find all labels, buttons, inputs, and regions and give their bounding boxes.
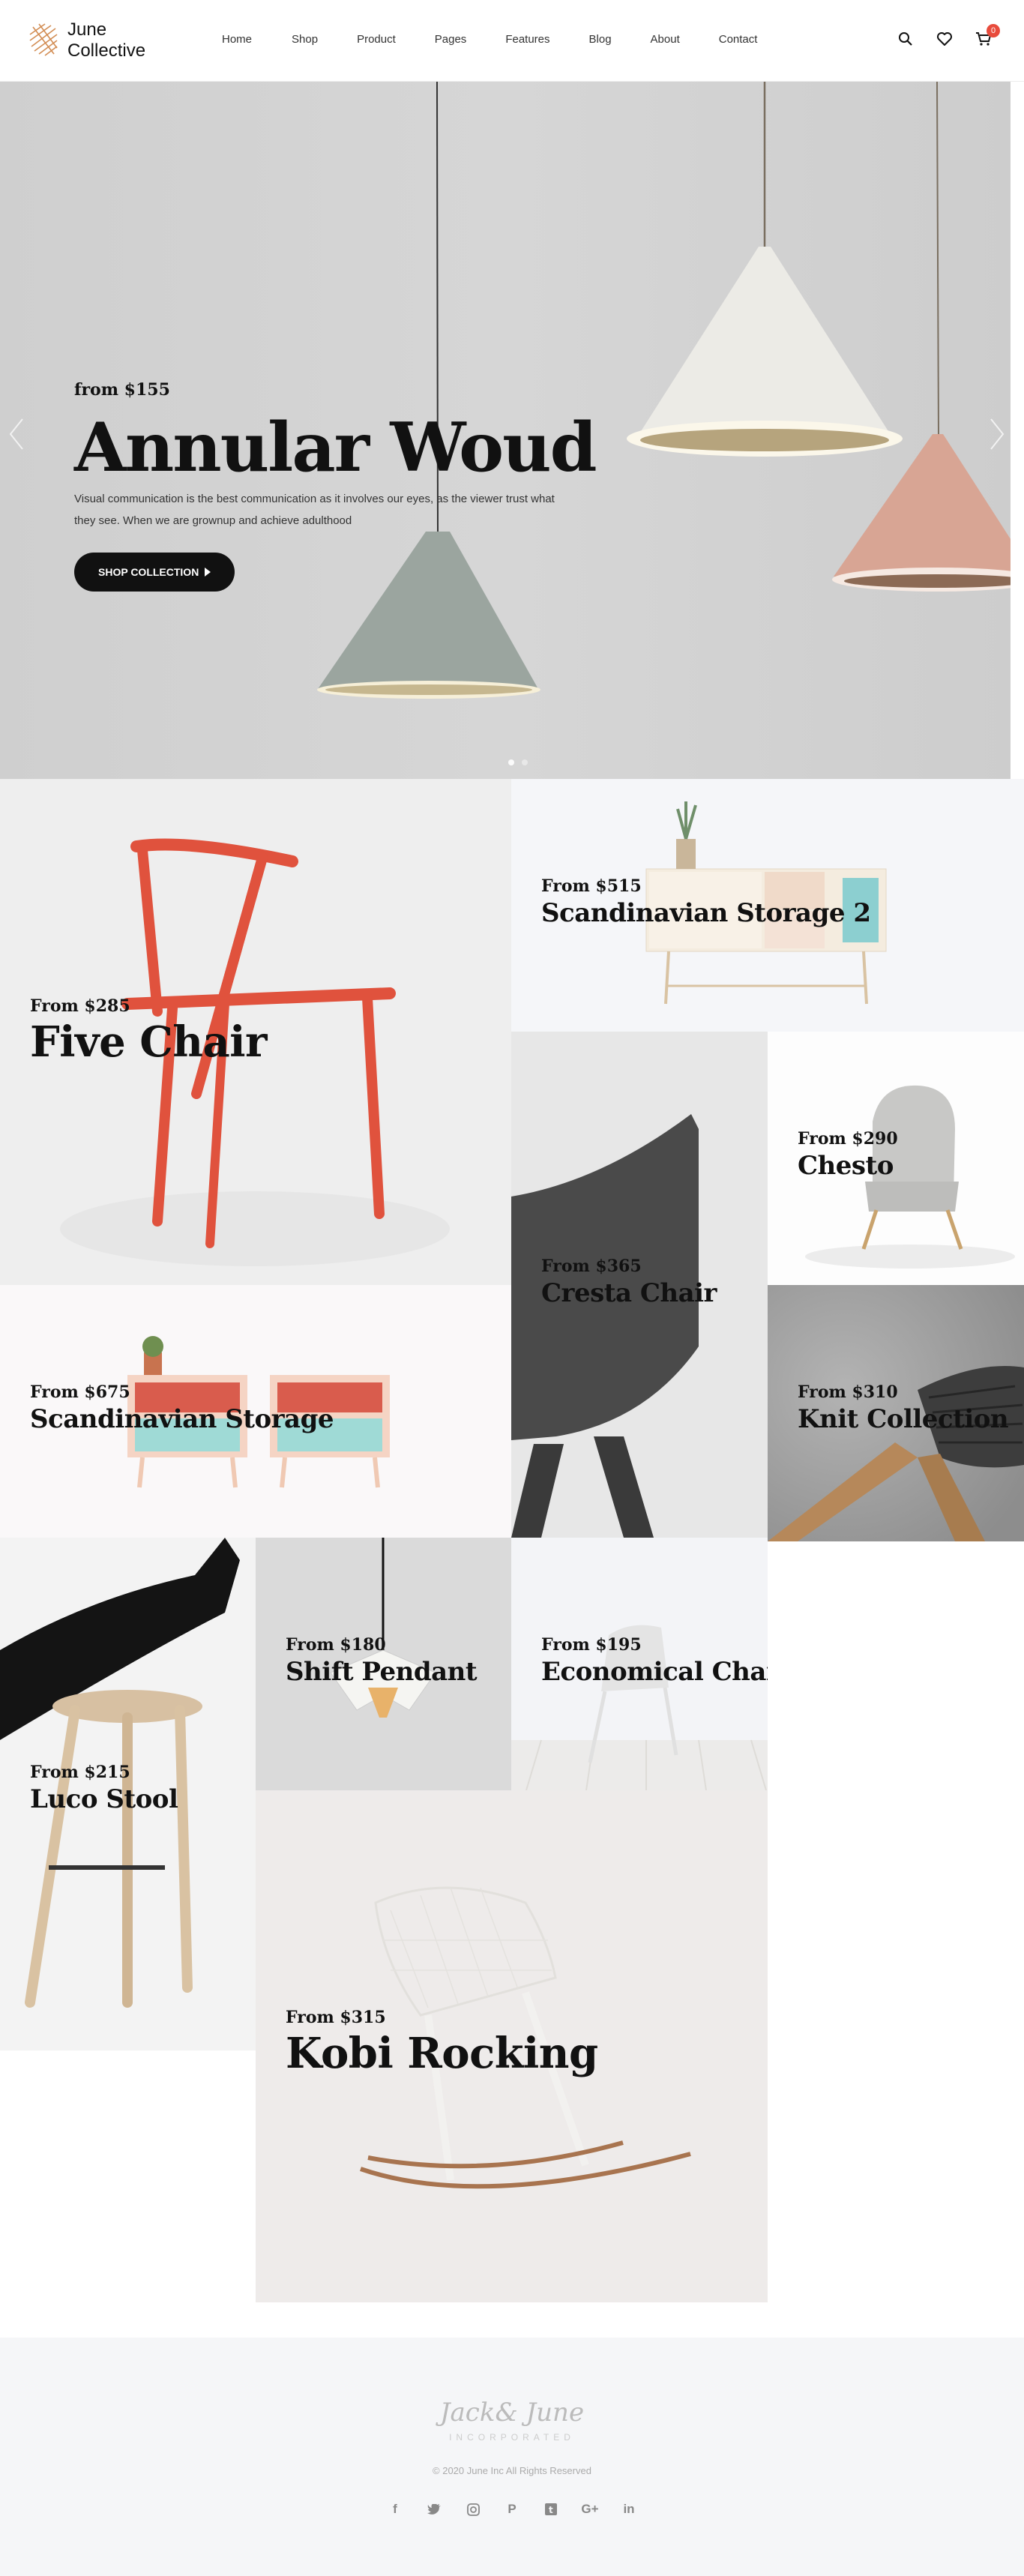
- product-price: From $180: [286, 1635, 386, 1655]
- hero-slider: from $155 Annular Woud Visual communicat…: [0, 82, 1011, 779]
- product-price: From $290: [798, 1129, 898, 1149]
- five-chair-caption: From $285 Five Chair: [30, 996, 268, 1068]
- nav-features[interactable]: Features: [505, 33, 549, 46]
- footer-logo[interactable]: Jack& June INCORPORATED: [0, 2398, 1024, 2443]
- logo-line1: June: [67, 19, 107, 40]
- pinterest-icon[interactable]: P: [502, 2500, 522, 2519]
- tumblr-icon[interactable]: t: [541, 2500, 561, 2519]
- nav-product[interactable]: Product: [357, 33, 396, 46]
- product-title: Shift Pendant: [286, 1657, 478, 1687]
- facebook-icon[interactable]: f: [385, 2500, 405, 2519]
- site-footer: Jack& June INCORPORATED © 2020 June Inc …: [0, 2338, 1024, 2576]
- footer-brand-sub: INCORPORATED: [449, 2432, 575, 2443]
- cart-count-badge: 0: [987, 24, 1000, 37]
- product-tile-chesto[interactable]: From $290 Chesto: [768, 1032, 1024, 1284]
- product-title: Scandinavian Storage: [30, 1404, 334, 1434]
- nav-blog[interactable]: Blog: [589, 33, 612, 46]
- slider-dot[interactable]: [522, 759, 528, 765]
- shift-pendant-caption: From $180 Shift Pendant: [286, 1635, 478, 1689]
- logo-text: June Collective: [67, 19, 145, 61]
- product-tile-kobi-rocking[interactable]: From $315 Kobi Rocking: [256, 1790, 768, 2302]
- hero-title: Annular Woud: [74, 408, 597, 487]
- product-tile-scandinavian-storage-2[interactable]: From $515 Scandinavian Storage 2: [511, 779, 1024, 1032]
- nav-about[interactable]: About: [651, 33, 680, 46]
- knit-collection-caption: From $310 Knit Collection: [798, 1382, 1009, 1436]
- linkedin-icon[interactable]: in: [619, 2500, 639, 2519]
- nav-home[interactable]: Home: [222, 33, 252, 46]
- product-tile-knit-collection[interactable]: From $310 Knit Collection: [768, 1285, 1024, 1541]
- product-price: From $675: [30, 1382, 130, 1402]
- product-title: Chesto: [798, 1151, 894, 1181]
- slider-prev-arrow-icon[interactable]: [7, 418, 25, 451]
- twitter-icon[interactable]: [424, 2500, 444, 2519]
- shop-collection-label: SHOP COLLECTION: [98, 566, 199, 578]
- product-price: From $365: [541, 1257, 642, 1276]
- product-tile-scandinavian-storage[interactable]: From $675 Scandinavian Storage: [0, 1285, 511, 1538]
- economical-chair-caption: From $195 Economical Chair: [541, 1635, 768, 1689]
- nav-pages[interactable]: Pages: [435, 33, 467, 46]
- product-tile-economical-chair[interactable]: From $195 Economical Chair: [511, 1538, 768, 1790]
- main-nav: Home Shop Product Pages Features Blog Ab…: [222, 33, 796, 46]
- product-price: From $310: [798, 1382, 898, 1402]
- cart-icon[interactable]: 0: [973, 24, 1000, 49]
- social-links: f P t G+ in: [0, 2500, 1024, 2519]
- product-title: Knit Collection: [798, 1404, 1009, 1434]
- slider-next-arrow-icon[interactable]: [988, 418, 1006, 451]
- product-price: From $195: [541, 1635, 642, 1655]
- chesto-caption: From $290 Chesto: [798, 1129, 898, 1183]
- footer-brand: Jack& June: [439, 2398, 585, 2428]
- caret-right-icon: [205, 568, 211, 577]
- product-tile-five-chair[interactable]: From $285 Five Chair: [0, 779, 511, 1285]
- header-icons: 0: [895, 24, 1000, 49]
- logo[interactable]: June Collective: [28, 19, 145, 61]
- product-price: From $515: [541, 876, 642, 896]
- product-price: From $315: [286, 2008, 386, 2027]
- hero-price: from $155: [74, 380, 170, 400]
- kobi-rocking-caption: From $315 Kobi Rocking: [286, 2008, 598, 2080]
- search-icon[interactable]: [895, 28, 916, 49]
- nav-contact[interactable]: Contact: [719, 33, 758, 46]
- logo-line2: Collective: [67, 40, 146, 61]
- google-plus-icon[interactable]: G+: [580, 2500, 600, 2519]
- product-title: Luco Stool: [30, 1784, 178, 1814]
- product-title: Five Chair: [30, 1017, 268, 1067]
- nav-shop[interactable]: Shop: [292, 33, 318, 46]
- product-title: Scandinavian Storage 2: [541, 898, 871, 928]
- scandinavian-storage-caption: From $675 Scandinavian Storage: [30, 1382, 334, 1436]
- hero-content: from $155 Annular Woud Visual communicat…: [74, 380, 597, 592]
- scandinavian-storage-2-caption: From $515 Scandinavian Storage 2: [541, 876, 871, 930]
- svg-text:t: t: [549, 2505, 553, 2515]
- hero-description: Visual communication is the best communi…: [74, 493, 555, 527]
- site-header: June Collective Home Shop Product Pages …: [0, 0, 1024, 82]
- instagram-icon[interactable]: [463, 2500, 483, 2519]
- logo-mark-icon: [29, 23, 58, 56]
- slider-dot-active[interactable]: [508, 759, 514, 765]
- product-price: From $285: [30, 996, 130, 1016]
- product-title: Kobi Rocking: [286, 2029, 598, 2078]
- product-tile-luco-stool[interactable]: From $215 Luco Stool: [0, 1538, 256, 2050]
- product-title: Economical Chair: [541, 1657, 768, 1687]
- product-title: Cresta Chair: [541, 1278, 717, 1308]
- product-tile-cresta-chair[interactable]: From $365 Cresta Chair: [511, 1032, 768, 1538]
- slider-dots: [508, 759, 528, 765]
- product-tile-shift-pendant[interactable]: From $180 Shift Pendant: [256, 1538, 511, 1790]
- luco-stool-caption: From $215 Luco Stool: [30, 1763, 178, 1817]
- shop-collection-button[interactable]: SHOP COLLECTION: [74, 553, 235, 592]
- product-price: From $215: [30, 1763, 130, 1782]
- wishlist-heart-icon[interactable]: [934, 28, 955, 49]
- cresta-chair-caption: From $365 Cresta Chair: [541, 1257, 717, 1310]
- copyright-text: © 2020 June Inc All Rights Reserved: [433, 2465, 591, 2476]
